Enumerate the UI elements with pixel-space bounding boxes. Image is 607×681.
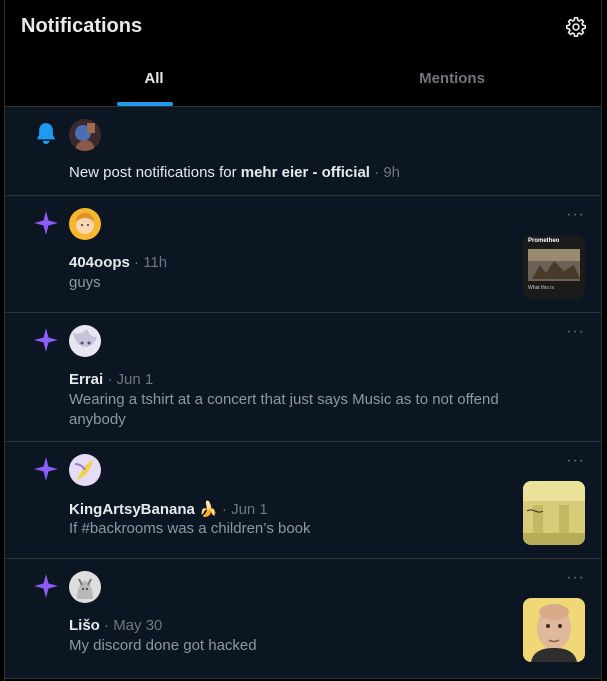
page-title: Notifications (21, 15, 143, 37)
post-text: If #backrooms was a children’s book (69, 520, 311, 537)
separator: · (374, 164, 380, 181)
avatar[interactable] (69, 325, 101, 357)
post-thumbnail[interactable]: Prometheo What this is (523, 235, 585, 299)
thumbnail-caption: What this is (528, 285, 554, 291)
post-text: My discord done got hacked (69, 637, 257, 654)
separator: · (221, 501, 227, 518)
list-item[interactable]: ··· KingArtsyBanana 🍌 · Jun 1 If #backro… (5, 442, 601, 559)
author-name[interactable]: Errai (69, 371, 103, 388)
more-options-button[interactable]: ··· (566, 323, 585, 341)
post-text: Wearing a tshirt at a concert that just … (69, 391, 499, 428)
avatar[interactable] (69, 454, 101, 486)
more-options-button[interactable]: ··· (566, 452, 585, 470)
list-item[interactable]: ··· Lišo · May 30 My discord done got ha… (5, 559, 601, 679)
tab-mentions[interactable]: Mentions (303, 56, 601, 106)
author-name[interactable]: Lišo (69, 617, 100, 634)
settings-gear-icon[interactable] (565, 16, 587, 38)
tab-bar: All Mentions (5, 56, 601, 106)
notification-text: Lišo · May 30 (69, 617, 162, 634)
thumbnail-title: Prometheo (528, 238, 560, 244)
sparkle-icon (33, 210, 59, 236)
notifications-panel: Notifications All Mentions New post noti… (4, 0, 602, 681)
sparkle-icon (33, 456, 59, 482)
timestamp: 11h (143, 254, 168, 271)
separator: · (107, 371, 113, 388)
timestamp: 9h (383, 164, 400, 181)
tab-mentions-label: Mentions (419, 70, 485, 87)
timestamp: Jun 1 (116, 371, 154, 388)
tab-all-label: All (144, 70, 164, 87)
avatar[interactable] (69, 571, 101, 603)
bell-icon (33, 121, 59, 147)
list-item[interactable]: ··· Errai · Jun 1 Wearing a tshirt at a … (5, 313, 601, 442)
avatar[interactable] (69, 208, 101, 240)
more-options-button[interactable]: ··· (566, 569, 585, 587)
separator: · (134, 254, 140, 271)
notification-text: Errai · Jun 1 (69, 371, 153, 388)
separator: · (104, 617, 110, 634)
list-item[interactable]: ··· 404oops · 11h guys Prometheo What th… (5, 196, 601, 313)
author-name[interactable]: 404oops (69, 254, 130, 271)
notification-text: KingArtsyBanana 🍌 · Jun 1 (69, 500, 268, 518)
post-text: guys (69, 274, 101, 291)
list-item[interactable]: New post notifications for mehr eier - o… (5, 107, 601, 196)
account-name[interactable]: mehr eier - official (241, 164, 370, 181)
notification-text: 404oops · 11h (69, 254, 167, 271)
notification-text: New post notifications for mehr eier - o… (69, 164, 400, 181)
header: Notifications All Mentions (5, 0, 601, 106)
sparkle-icon (33, 327, 59, 353)
post-thumbnail[interactable] (523, 481, 585, 545)
author-name[interactable]: KingArtsyBanana (69, 501, 195, 518)
sparkle-icon (33, 573, 59, 599)
timestamp: May 30 (113, 617, 163, 634)
post-thumbnail[interactable] (523, 598, 585, 662)
timestamp: Jun 1 (231, 501, 268, 518)
banana-icon: 🍌 (199, 501, 218, 518)
notification-prefix: New post notifications for (69, 164, 241, 181)
notification-list: New post notifications for mehr eier - o… (5, 107, 601, 679)
tab-all[interactable]: All (5, 56, 303, 106)
more-options-button[interactable]: ··· (566, 206, 585, 224)
avatar[interactable] (69, 119, 101, 151)
